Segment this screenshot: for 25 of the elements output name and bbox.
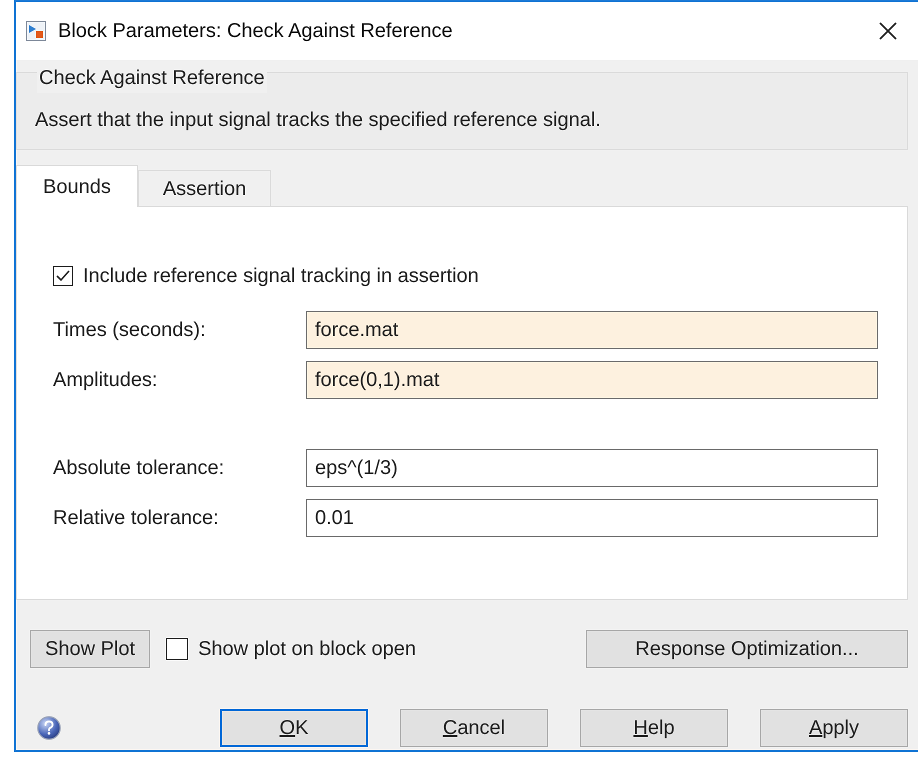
dialog-button[interactable]: Help	[580, 709, 728, 747]
response-optimization-button[interactable]: Response Optimization...	[586, 630, 908, 668]
block-icon	[26, 21, 46, 41]
window-title: Block Parameters: Check Against Reference	[58, 19, 453, 44]
field-label: Relative tolerance:	[53, 506, 220, 531]
field-label: Amplitudes:	[53, 368, 158, 393]
show-plot-button[interactable]: Show Plot	[30, 630, 150, 668]
tab[interactable]: Assertion	[138, 170, 272, 206]
close-icon	[878, 21, 898, 41]
tab[interactable]: Bounds	[16, 165, 138, 207]
checkbox-label: Include reference signal tracking in assertion	[83, 264, 479, 289]
field-label: Absolute tolerance:	[53, 456, 226, 481]
input-field[interactable]: force.mat	[306, 311, 878, 349]
check-icon	[55, 269, 71, 283]
checkbox[interactable]	[166, 638, 188, 660]
dialog-button[interactable]: OK	[220, 709, 368, 747]
field-label: Times (seconds):	[53, 318, 207, 343]
input-field[interactable]: force(0,1).mat	[306, 361, 878, 399]
checkbox-label: Show plot on block open	[198, 637, 416, 662]
dialog-button[interactable]: Apply	[760, 709, 908, 747]
input-field[interactable]: eps^(1/3)	[306, 449, 878, 487]
input-field[interactable]: 0.01	[306, 499, 878, 537]
checkbox[interactable]	[53, 266, 73, 286]
dialog-button[interactable]: Cancel	[400, 709, 548, 747]
description-text: Assert that the input signal tracks the specified reference signal.	[35, 108, 601, 133]
